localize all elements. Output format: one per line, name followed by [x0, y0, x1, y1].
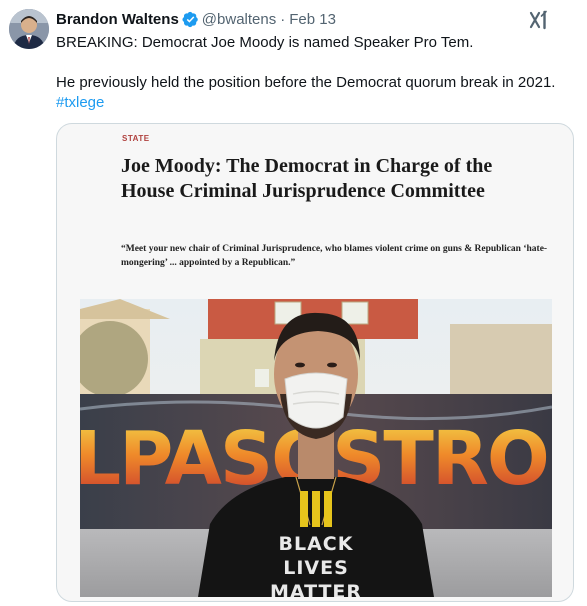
tweet-header: Brandon Waltens @bwaltens · Feb 13 — [56, 9, 336, 29]
article-card[interactable]: STATE Joe Moody: The Democrat in Charge … — [56, 123, 574, 602]
article-image: STATE Joe Moody: The Democrat in Charge … — [57, 124, 573, 601]
shirt-text-2: LIVES — [283, 557, 349, 579]
tweet-date[interactable]: Feb 13 — [289, 11, 336, 28]
display-name[interactable]: Brandon Waltens — [56, 11, 179, 28]
tweet-line-2: He previously held the position before t… — [56, 74, 556, 91]
tweet-text: BREAKING: Democrat Joe Moody is named Sp… — [56, 33, 576, 113]
article-headline: Joe Moody: The Democrat in Charge of the… — [121, 155, 493, 202]
tweet-line-1: BREAKING: Democrat Joe Moody is named Sp… — [56, 34, 474, 51]
article-dek: “Meet your new chair of Criminal Jurispr… — [121, 244, 548, 268]
avatar[interactable] — [9, 9, 49, 49]
shirt-text-1: BLACK — [279, 533, 354, 555]
shirt-text-3: MATTER — [270, 581, 362, 597]
hashtag-link[interactable]: #txlege — [56, 94, 104, 111]
grok-icon[interactable] — [529, 10, 549, 30]
section-label: STATE — [122, 134, 150, 143]
article-photo: LPASOSTRO — [80, 299, 552, 597]
verified-badge-icon[interactable] — [182, 11, 199, 28]
handle[interactable]: @bwaltens — [202, 11, 276, 28]
separator-dot: · — [280, 10, 286, 28]
